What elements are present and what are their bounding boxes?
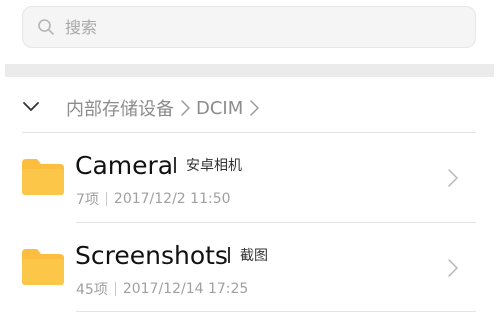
- breadcrumb-item-dcim[interactable]: DCIM: [196, 98, 243, 119]
- item-count: 7项: [76, 192, 99, 208]
- section-divider: [5, 64, 494, 77]
- search-bar[interactable]: [22, 6, 476, 48]
- chevron-right-icon: [250, 100, 260, 116]
- folder-row-camera[interactable]: Camera 安卓相机 7项 2017/12/2 11:50: [0, 134, 499, 222]
- folder-tag: 截图: [240, 248, 268, 264]
- search-box[interactable]: [22, 6, 476, 48]
- chevron-right-icon: [448, 169, 458, 187]
- meta-separator: [105, 192, 107, 206]
- search-icon: [38, 19, 54, 35]
- folder-tag: 安卓相机: [186, 158, 242, 174]
- breadcrumb-path: 内部存储设备 DCIM: [66, 95, 265, 121]
- breadcrumb: 内部存储设备 DCIM: [0, 86, 499, 130]
- search-input[interactable]: [65, 17, 445, 37]
- name-separator: [174, 157, 176, 173]
- chevron-right-icon: [448, 259, 458, 277]
- folder-name: Camera: [75, 151, 174, 180]
- folder-meta: 45项 2017/12/14 17:25: [76, 279, 248, 299]
- breadcrumb-item-internal-storage[interactable]: 内部存储设备: [66, 95, 174, 121]
- folder-icon: [22, 159, 64, 195]
- folder-icon: [22, 249, 64, 285]
- folder-name: Screenshots: [75, 241, 228, 270]
- folder-row-screenshots[interactable]: Screenshots 截图 45项 2017/12/14 17:25: [0, 224, 499, 312]
- chevron-down-icon[interactable]: [22, 100, 40, 114]
- chevron-right-icon: [181, 100, 190, 116]
- divider: [76, 311, 476, 312]
- modified-date: 2017/12/14 17:25: [122, 281, 249, 297]
- divider: [22, 132, 476, 133]
- item-count: 45项: [76, 282, 108, 298]
- modified-date: 2017/12/2 11:50: [113, 191, 231, 207]
- divider: [76, 222, 476, 223]
- name-separator: [228, 247, 230, 263]
- meta-separator: [114, 282, 116, 296]
- folder-meta: 7项 2017/12/2 11:50: [76, 189, 231, 209]
